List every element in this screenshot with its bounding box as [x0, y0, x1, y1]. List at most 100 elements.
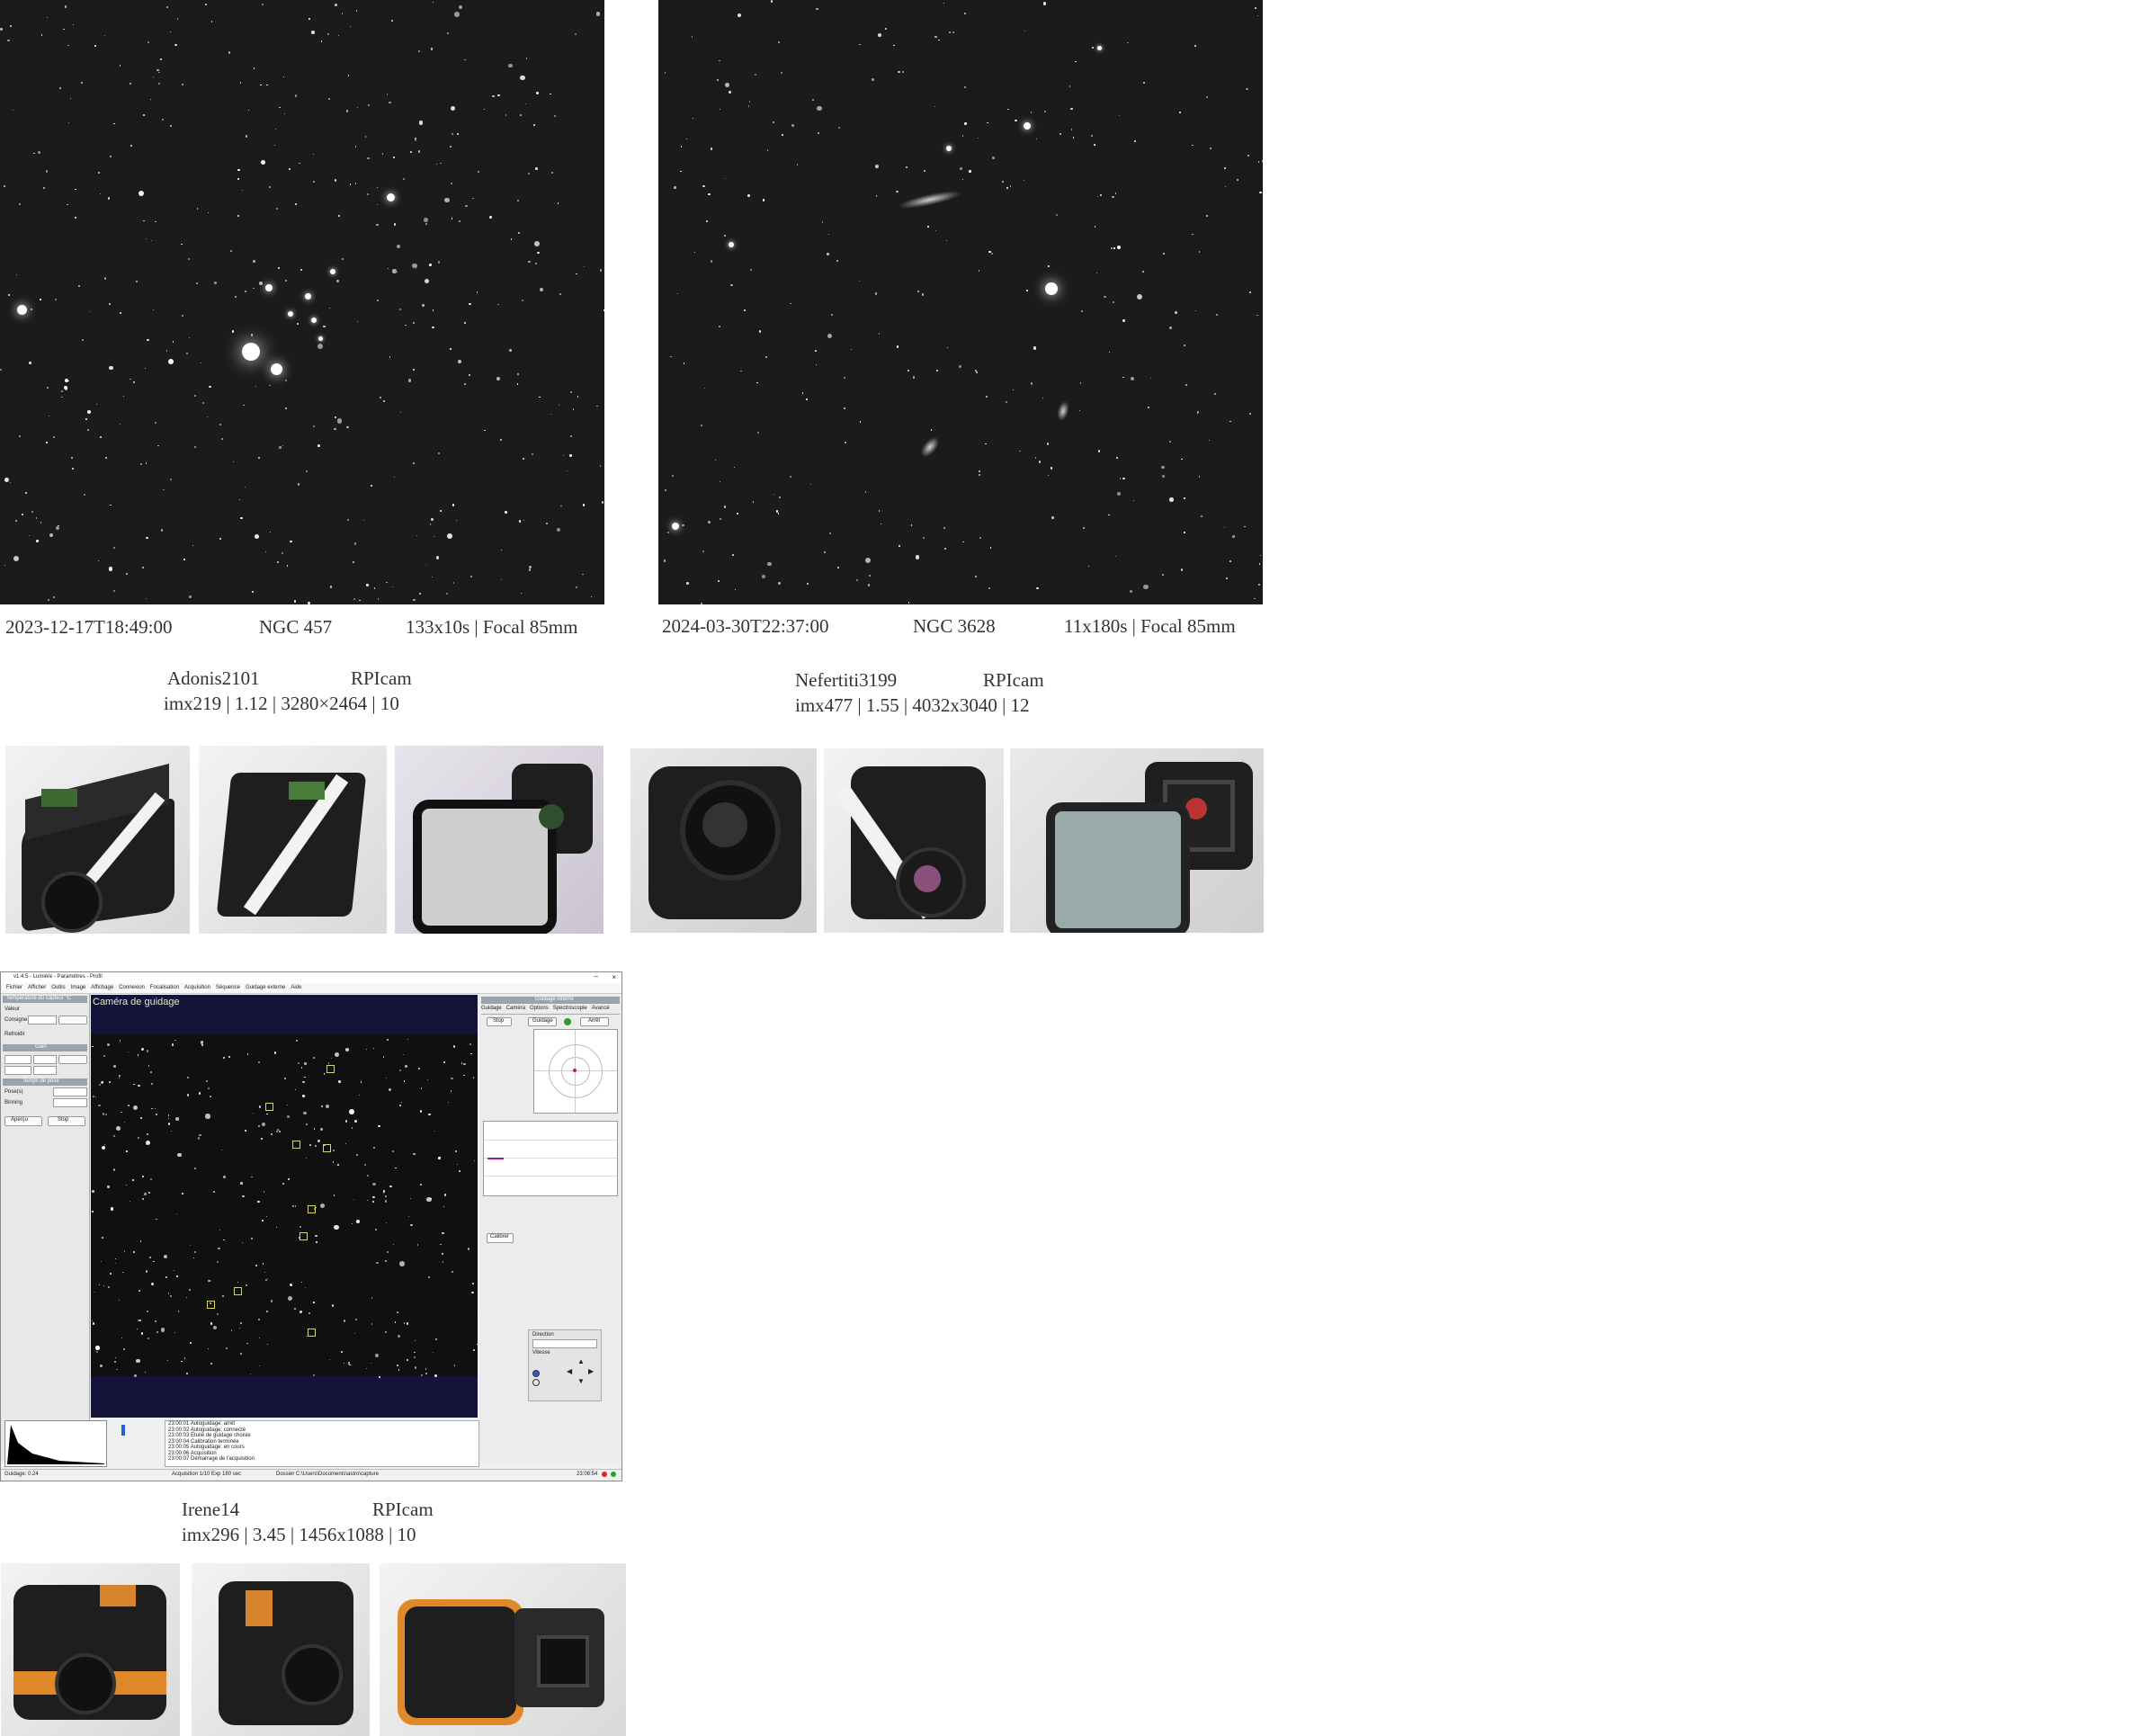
- radio-option-2[interactable]: [532, 1379, 540, 1386]
- guide-star-marker[interactable]: [234, 1287, 242, 1295]
- cool-button[interactable]: [58, 1016, 87, 1025]
- star-mark: [266, 1311, 268, 1312]
- guide-star-marker[interactable]: [323, 1144, 331, 1152]
- tab-item[interactable]: Guidage: [481, 1006, 502, 1011]
- offset2-input[interactable]: [33, 1066, 57, 1075]
- guide-star-field[interactable]: [91, 1034, 478, 1376]
- tab-item[interactable]: Options: [530, 1006, 549, 1011]
- close-icon[interactable]: ×: [612, 973, 616, 981]
- star-mark: [123, 1348, 125, 1350]
- calibrate-button[interactable]: Calibrer: [487, 1233, 514, 1243]
- star-mark: [150, 1071, 152, 1073]
- gain-input[interactable]: [4, 1055, 31, 1064]
- star-mark: [425, 279, 429, 283]
- menu-item[interactable]: Fichier: [6, 983, 22, 993]
- star-mark: [550, 94, 551, 95]
- exposure-input[interactable]: [53, 1087, 87, 1096]
- star-mark: [10, 482, 11, 483]
- guide-star-marker[interactable]: [300, 1232, 308, 1240]
- arrow-left-icon[interactable]: ◀: [567, 1367, 572, 1375]
- menu-item[interactable]: Outils: [51, 983, 65, 993]
- star-mark: [387, 94, 389, 95]
- tab-item[interactable]: Caméra: [506, 1006, 525, 1011]
- star-mark: [471, 1292, 473, 1293]
- star-mark: [1007, 109, 1009, 111]
- star-mark: [96, 1351, 98, 1353]
- star-mark: [344, 1320, 345, 1321]
- event-log: 23:00:01 Autoguidage: arrêt23:00:02 Auto…: [165, 1420, 479, 1467]
- star-mark: [1216, 314, 1218, 316]
- star-mark: [522, 300, 523, 301]
- gain2-input[interactable]: [4, 1066, 31, 1075]
- gain-set-button[interactable]: [58, 1055, 87, 1064]
- star-mark: [46, 442, 48, 443]
- menu-item[interactable]: Connexion: [119, 983, 145, 993]
- stop-button[interactable]: Stop: [48, 1116, 85, 1126]
- star-mark: [425, 1368, 426, 1369]
- right-halt-button[interactable]: Arrêt: [580, 1017, 609, 1026]
- star-mark: [189, 337, 190, 338]
- star-mark: [554, 115, 556, 117]
- menu-item[interactable]: Image: [71, 983, 86, 993]
- status-left: Guidage: 0.24: [4, 1472, 39, 1477]
- star-mark: [98, 1105, 101, 1107]
- minimize-icon[interactable]: –: [595, 972, 598, 980]
- menu-item[interactable]: Guidage externe: [246, 983, 285, 993]
- setpoint-input[interactable]: [28, 1016, 57, 1025]
- preview-button[interactable]: Aperçu: [4, 1116, 42, 1126]
- menu-item[interactable]: Focalisation: [150, 983, 179, 993]
- histogram-slider[interactable]: [121, 1425, 125, 1436]
- star-mark: [1224, 167, 1226, 169]
- star-mark: [1051, 516, 1054, 519]
- star-mark: [1031, 112, 1033, 113]
- guide-star-marker[interactable]: [308, 1329, 316, 1337]
- panel1-camera-name: Adonis2101: [167, 667, 260, 690]
- star-mark: [151, 240, 152, 241]
- radio-option-1[interactable]: [532, 1370, 540, 1377]
- star-mark: [246, 1284, 247, 1286]
- tab-item[interactable]: Avancé: [592, 1006, 610, 1011]
- star-mark: [337, 1164, 339, 1166]
- star-mark: [232, 330, 234, 332]
- star-mark: [95, 1346, 100, 1350]
- star-mark: [254, 67, 255, 69]
- star-mark: [133, 1251, 135, 1253]
- star-mark: [48, 599, 49, 601]
- star-mark: [341, 1351, 344, 1354]
- star-mark: [740, 371, 742, 372]
- arrow-down-icon[interactable]: ▼: [577, 1377, 585, 1385]
- star-mark: [31, 511, 33, 513]
- arrow-up-icon[interactable]: ▲: [577, 1357, 585, 1365]
- direction-select[interactable]: [532, 1339, 597, 1348]
- star-mark: [147, 1133, 148, 1135]
- menu-item[interactable]: Afficher: [28, 983, 46, 993]
- right-stop-button[interactable]: Stop: [487, 1017, 512, 1026]
- arrow-right-icon[interactable]: ▶: [588, 1367, 594, 1375]
- offset-input[interactable]: [33, 1055, 57, 1064]
- star-mark: [235, 296, 237, 298]
- guide-star-marker[interactable]: [207, 1301, 215, 1309]
- star-mark: [393, 157, 395, 158]
- star-mark: [444, 198, 449, 202]
- guide-star-marker[interactable]: [292, 1141, 300, 1149]
- binning-input[interactable]: [53, 1098, 87, 1107]
- menu-item[interactable]: Acquisition: [184, 983, 210, 993]
- star-mark: [141, 1048, 144, 1051]
- star-mark: [205, 4, 207, 5]
- star-mark: [845, 442, 846, 443]
- menu-item[interactable]: Aide: [291, 983, 301, 993]
- star-mark: [46, 170, 48, 172]
- tab-item[interactable]: Spectroscopie: [553, 1006, 587, 1011]
- star-mark: [399, 309, 401, 310]
- guide-star-marker[interactable]: [326, 1065, 335, 1073]
- guide-camera-viewer[interactable]: Caméra de guidage: [91, 995, 478, 1418]
- right-guide-button[interactable]: Guidage: [528, 1017, 557, 1026]
- menu-item[interactable]: Séquence: [216, 983, 240, 993]
- star-mark: [677, 293, 678, 294]
- menu-item[interactable]: Affichage: [91, 983, 113, 993]
- guide-star-marker[interactable]: [265, 1103, 273, 1111]
- star-mark: [1051, 467, 1052, 469]
- guide-star-marker[interactable]: [308, 1205, 316, 1213]
- irene-photo-3: [380, 1563, 626, 1736]
- star-mark: [126, 1150, 128, 1152]
